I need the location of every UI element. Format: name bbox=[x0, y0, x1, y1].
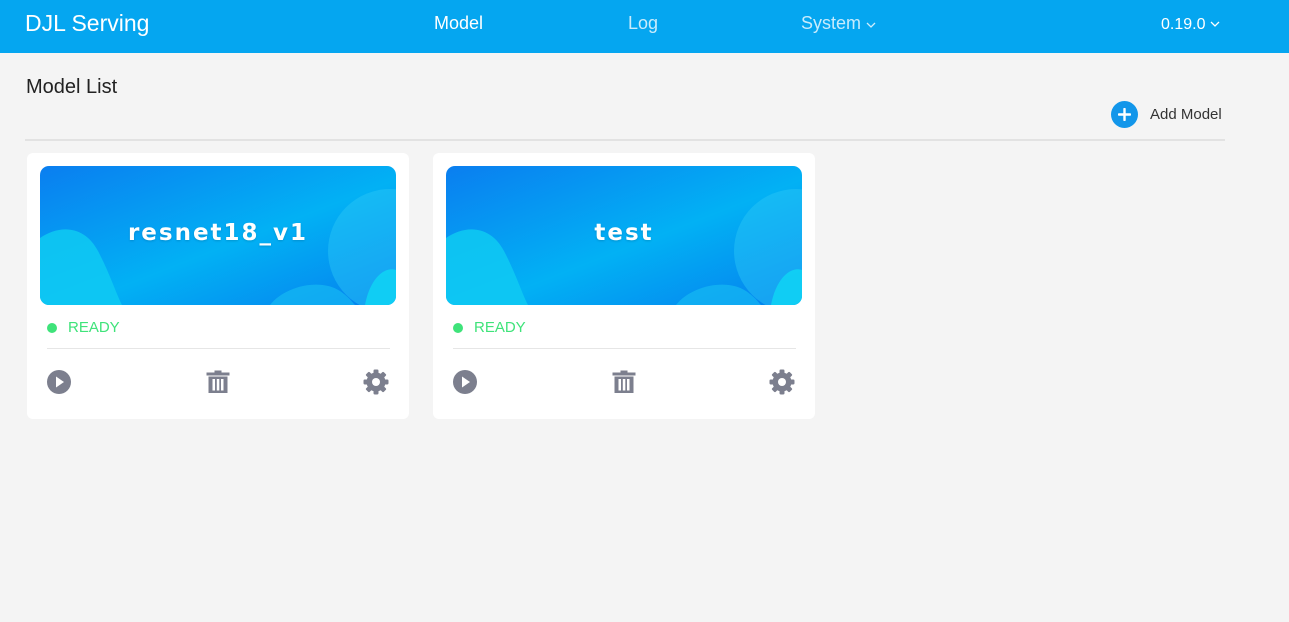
chevron-down-icon bbox=[866, 11, 876, 33]
trash-icon bbox=[612, 370, 636, 393]
nav-system-label: System bbox=[801, 13, 862, 33]
version-label: 0.19.0 bbox=[1161, 16, 1206, 34]
card-divider bbox=[453, 348, 796, 349]
run-model-button[interactable] bbox=[452, 369, 478, 395]
play-circle-icon bbox=[47, 370, 71, 394]
version-dropdown[interactable]: 0.19.0 bbox=[1161, 14, 1220, 36]
model-status: READY bbox=[453, 319, 526, 336]
title-divider bbox=[25, 139, 1225, 141]
delete-model-button[interactable] bbox=[205, 369, 231, 395]
chevron-down-icon bbox=[1210, 12, 1220, 34]
nav-system-dropdown[interactable]: System bbox=[801, 12, 876, 35]
play-circle-icon bbox=[453, 370, 477, 394]
model-name: resnet18_v1 bbox=[127, 220, 309, 246]
model-name: test bbox=[594, 220, 654, 246]
top-navbar: DJL Serving Model Log System 0.19.0 bbox=[0, 0, 1289, 53]
add-model-label: Add Model bbox=[1150, 105, 1222, 123]
model-banner[interactable]: test bbox=[446, 166, 802, 305]
gear-icon bbox=[769, 369, 795, 395]
status-text: READY bbox=[68, 319, 120, 336]
model-settings-button[interactable] bbox=[769, 369, 795, 395]
model-settings-button[interactable] bbox=[363, 369, 389, 395]
status-text: READY bbox=[474, 319, 526, 336]
app-brand[interactable]: DJL Serving bbox=[25, 9, 149, 37]
delete-model-button[interactable] bbox=[611, 369, 637, 395]
gear-icon bbox=[363, 369, 389, 395]
status-dot bbox=[47, 322, 57, 333]
add-model-button[interactable]: Add Model bbox=[1111, 100, 1222, 128]
page-title: Model List bbox=[26, 76, 118, 98]
model-status: READY bbox=[47, 319, 120, 336]
nav-model[interactable]: Model bbox=[434, 12, 483, 34]
status-dot bbox=[453, 322, 463, 333]
card-divider bbox=[47, 348, 390, 349]
nav-log[interactable]: Log bbox=[628, 12, 658, 34]
model-card: test READY bbox=[433, 153, 815, 419]
model-card: resnet18_v1 READY bbox=[27, 153, 409, 419]
run-model-button[interactable] bbox=[46, 369, 72, 395]
model-banner[interactable]: resnet18_v1 bbox=[40, 166, 396, 305]
plus-circle-icon bbox=[1111, 100, 1138, 128]
trash-icon bbox=[206, 370, 230, 393]
